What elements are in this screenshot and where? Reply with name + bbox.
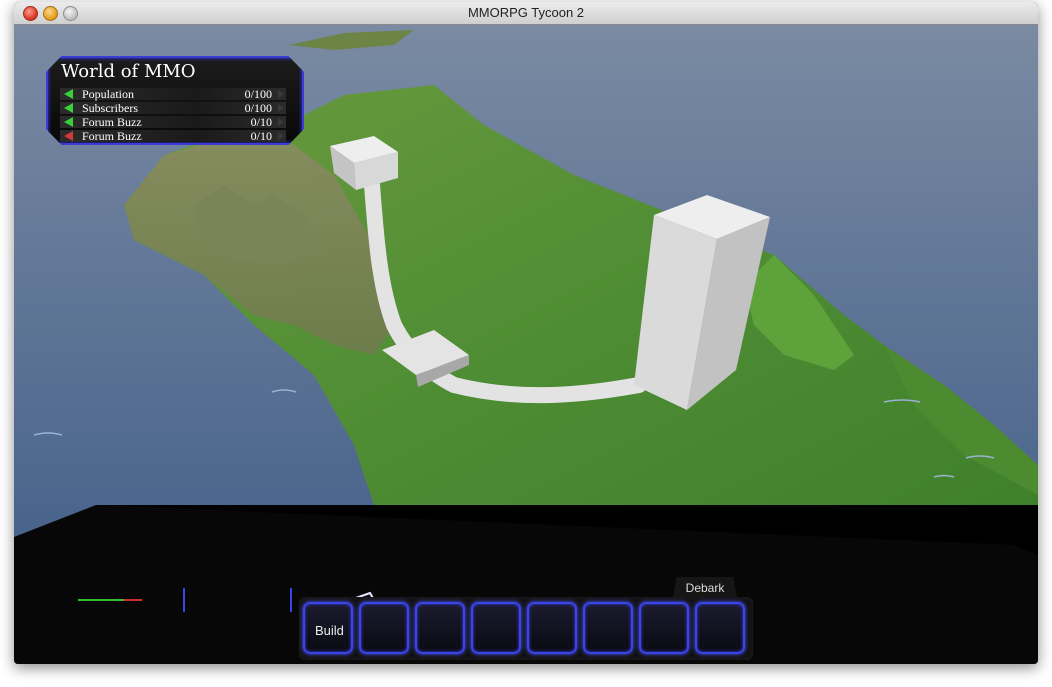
toolbar-slot-5[interactable] bbox=[527, 602, 577, 654]
stat-row-forum-buzz-2: Forum Buzz 0/10 bbox=[60, 130, 286, 142]
stat-value: 0/10 bbox=[250, 115, 272, 129]
title-bar: MMORPG Tycoon 2 bbox=[14, 2, 1038, 25]
stat-value: 0/10 bbox=[250, 129, 272, 143]
game-viewport[interactable]: World of MMO Population 0/100 Subscriber… bbox=[14, 25, 1038, 664]
stat-end-marker bbox=[278, 104, 284, 112]
toolbar-slot-3[interactable] bbox=[415, 602, 465, 654]
stat-end-marker bbox=[278, 118, 284, 126]
health-bar-green bbox=[78, 599, 124, 601]
toolbar-slot-4[interactable] bbox=[471, 602, 521, 654]
stat-value: 0/100 bbox=[244, 87, 272, 101]
toolbar-slot-6[interactable] bbox=[583, 602, 633, 654]
debark-button[interactable]: Debark bbox=[673, 577, 737, 597]
toolbar-slot-2[interactable] bbox=[359, 602, 409, 654]
build-slot[interactable]: Build bbox=[303, 602, 353, 654]
toolbar-slot-7[interactable] bbox=[639, 602, 689, 654]
stat-label: Population bbox=[82, 87, 135, 101]
stat-value: 0/100 bbox=[244, 101, 272, 115]
hud-marker bbox=[183, 588, 185, 612]
stat-end-marker bbox=[278, 132, 284, 140]
trend-up-icon bbox=[64, 89, 73, 99]
toolbar-slot-8[interactable] bbox=[695, 602, 745, 654]
world-stats-panel: World of MMO Population 0/100 Subscriber… bbox=[46, 56, 304, 145]
trend-up-icon bbox=[64, 117, 73, 127]
hud-marker bbox=[290, 588, 292, 612]
slot-label: Build bbox=[315, 623, 344, 638]
action-toolbar: Build bbox=[299, 597, 753, 660]
trend-down-icon bbox=[64, 131, 73, 141]
stat-row-population: Population 0/100 bbox=[60, 88, 286, 100]
stat-label: Subscribers bbox=[82, 101, 138, 115]
stat-end-marker bbox=[278, 90, 284, 98]
stat-label: Forum Buzz bbox=[82, 115, 142, 129]
stat-label: Forum Buzz bbox=[82, 129, 142, 143]
stat-row-subscribers: Subscribers 0/100 bbox=[60, 102, 286, 114]
trend-up-icon bbox=[64, 103, 73, 113]
world-name: World of MMO bbox=[61, 61, 196, 82]
window-title: MMORPG Tycoon 2 bbox=[467, 5, 585, 20]
stat-row-forum-buzz: Forum Buzz 0/10 bbox=[60, 116, 286, 128]
health-bar-red bbox=[124, 599, 142, 601]
game-window: MMORPG Tycoon 2 World of MMO Population … bbox=[14, 2, 1038, 664]
